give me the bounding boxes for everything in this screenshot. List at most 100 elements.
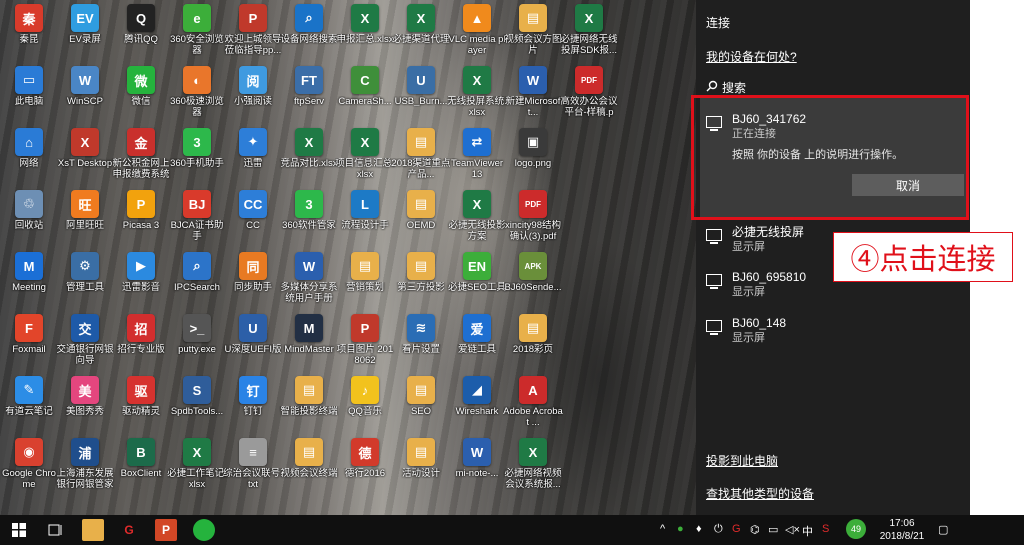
desktop-icon[interactable]: X XsT Desktop (57, 128, 113, 188)
desktop-icon[interactable]: B BoxClient (113, 438, 169, 498)
desktop-icon[interactable]: W WinSCP (57, 66, 113, 126)
desktop-icon[interactable]: PDF 高效办公会议平台-样稿.p (560, 66, 618, 126)
desktop-icon[interactable]: ◉ Google Chrome (1, 438, 57, 498)
desktop-icon[interactable]: 浦上海浦东发展银行网银管家 (56, 438, 114, 498)
wechat-icon[interactable] (193, 519, 215, 541)
desktop-icon[interactable]: A Adobe Acrobat ... (503, 376, 563, 436)
device-item[interactable]: 必捷无线投屏 显示屏 (706, 225, 804, 255)
clock[interactable]: 17:06 2018/8/21 (874, 517, 930, 543)
chevron-up-icon[interactable]: ^ (660, 523, 665, 535)
desktop-icon[interactable]: X 必捷网络无线投屏SDK报... (560, 4, 618, 64)
desktop-icon[interactable]: ▤ OEMD (393, 190, 449, 250)
desktop-icon[interactable]: Wmi-note-... (449, 438, 505, 498)
desktop-icon[interactable]: e 360安全浏览器 (169, 4, 225, 64)
desktop-icon[interactable]: ▤ 2018彩页 (505, 314, 561, 374)
desktop-icon[interactable]: X 必捷无线投影方案 (448, 190, 506, 250)
desktop-icon[interactable]: ▤ 第三方投影 (393, 252, 449, 312)
desktop-icon[interactable]: ▤ 营销策划 (337, 252, 393, 312)
input-method-indicator[interactable]: 中 (802, 523, 813, 539)
desktop-icon[interactable]: APK BJ60Sende... (504, 252, 562, 312)
sogou-icon[interactable]: S (822, 523, 829, 535)
desktop-icon[interactable]: EV EV录屏 (57, 4, 113, 64)
desktop-icon[interactable]: S SpdbTools... (169, 376, 225, 436)
desktop-icon[interactable]: 美美图秀秀 (57, 376, 113, 436)
desktop-icon[interactable]: 交交通银行网银向导 (56, 314, 114, 374)
desktop-icon[interactable]: PDF xincity98结构确认(3).pdf (505, 190, 561, 250)
desktop-icon[interactable]: X 竞品对比.xlsx (280, 128, 338, 188)
search-row[interactable]: 搜索 (706, 79, 746, 96)
device-item[interactable]: BJ60_148 显示屏 (706, 316, 786, 346)
desktop-icon[interactable]: CC CC (225, 190, 281, 250)
desktop-icon[interactable]: ◢ Wireshark (449, 376, 505, 436)
desktop-icon[interactable]: Q 腾讯QQ (113, 4, 169, 64)
desktop-icon[interactable]: EN 必捷SEO工具 (448, 252, 506, 312)
app-g-icon[interactable]: G (118, 519, 140, 541)
desktop-icon[interactable]: ▣ logo.png (505, 128, 561, 188)
powerpoint-icon[interactable]: P (155, 519, 177, 541)
desktop-icon[interactable]: ◐ 360极速浏览器 (169, 66, 225, 126)
desktop-icon[interactable]: ⌕ 设备网络搜索 (280, 4, 338, 64)
desktop-icon[interactable]: 旺阿里旺旺 (57, 190, 113, 250)
desktop-icon[interactable]: U U深度UEFI版 (224, 314, 282, 374)
desktop-icon[interactable]: ≋ 看片设置 (393, 314, 449, 374)
volume-muted-icon[interactable]: ◁× (785, 523, 800, 536)
file-explorer-icon[interactable] (82, 519, 104, 541)
desktop-icon[interactable]: X 必捷渠道代理 (392, 4, 450, 64)
project-to-pc-link[interactable]: 投影到此电脑 (706, 452, 778, 469)
desktop-icon[interactable]: FT ftpServ (281, 66, 337, 126)
desktop-icon[interactable]: 同同步助手 (225, 252, 281, 312)
desktop-icon[interactable]: ♲ 回收站 (1, 190, 57, 250)
desktop-icon[interactable]: X 必捷网络视频会议系统报... (504, 438, 562, 498)
find-other-devices-link[interactable]: 查找其他类型的设备 (706, 485, 814, 502)
desktop-icon[interactable]: ▤ 2018渠道重点产品... (391, 128, 451, 188)
desktop-icon[interactable]: ▤ SEO (393, 376, 449, 436)
desktop-icon[interactable]: X 无线投屏系统.xlsx (447, 66, 507, 126)
desktop-icon[interactable]: ⇄ TeamViewer 13 (449, 128, 505, 188)
desktop-icon[interactable]: ▭ 此电脑 (1, 66, 57, 126)
desktop-icon[interactable]: X 必捷工作笔记.xlsx (167, 438, 227, 498)
desktop-icon[interactable]: W 新建Microsoft... (505, 66, 561, 126)
desktop-icon[interactable]: ▲ VLC media player (448, 4, 506, 64)
desktop-icon[interactable]: ⚙ 管理工具 (57, 252, 113, 312)
desktop-icon[interactable]: ▤ 视频会议终端 (280, 438, 338, 498)
desktop-icon[interactable]: 爱爱链工具 (449, 314, 505, 374)
desktop-icon[interactable]: L 流程设计手 (337, 190, 393, 250)
desktop-icon[interactable]: X 申报汇总.xlsx (336, 4, 394, 64)
task-view-icon[interactable] (44, 519, 66, 541)
desktop-icon[interactable]: M MindMaster (281, 314, 337, 374)
desktop-icon[interactable]: P 项目图片 2018062 (337, 314, 393, 374)
desktop-icon[interactable]: C CameraSh... (337, 66, 393, 126)
desktop-icon[interactable]: 钉钉钉 (225, 376, 281, 436)
desktop-icon[interactable]: 秦秦昆 (1, 4, 57, 64)
desktop-icon[interactable]: P 欢迎上城领导莅临指导pp... (224, 4, 282, 64)
desktop-icon[interactable]: BJ BJCA证书助手 (169, 190, 225, 250)
desktop-icon[interactable]: 金新公积金网上申报缴费系统 (112, 128, 170, 188)
network-icon[interactable]: ⌬ (750, 523, 760, 536)
desktop-icon[interactable]: F Foxmail (1, 314, 57, 374)
desktop-icon[interactable]: 3 360软件管家 (281, 190, 337, 250)
windows-start-icon[interactable] (8, 519, 30, 541)
desktop-icon[interactable]: ✎ 有道云笔记 (1, 376, 57, 436)
power-tray-icon[interactable]: ⏻ (714, 523, 723, 536)
desktop-icon[interactable]: ✦ 迅雷 (225, 128, 281, 188)
desktop-icon[interactable]: ♪ QQ音乐 (337, 376, 393, 436)
desktop-icon[interactable]: W 多媒体分享系统用户手册 (280, 252, 338, 312)
wechat-tray-icon[interactable]: ● (677, 523, 684, 535)
desktop-icon[interactable]: M Meeting (1, 252, 57, 312)
desktop-icon[interactable]: ▤ 智能投影终端 (280, 376, 338, 436)
desktop-icon[interactable]: ⌂ 网络 (1, 128, 57, 188)
desktop-icon[interactable]: 德德行2016 (337, 438, 393, 498)
desktop-icon[interactable]: >_ putty.exe (169, 314, 225, 374)
desktop-icon[interactable]: ▶ 迅雷影音 (113, 252, 169, 312)
desktop-icon[interactable]: ▤ 活动设计 (393, 438, 449, 498)
desktop-icon[interactable]: P Picasa 3 (113, 190, 169, 250)
desktop-icon[interactable]: 招招行专业版 (113, 314, 169, 374)
security-badge[interactable]: 49 (846, 519, 866, 539)
desktop-icon[interactable]: ≡ 综治会议联号.txt (223, 438, 283, 498)
g-tray-icon[interactable]: G (732, 523, 741, 535)
desktop-icon[interactable]: ⌕ IPCSearch (169, 252, 225, 312)
app-tray-icon[interactable]: ♦ (696, 523, 702, 535)
battery-icon[interactable]: ▭ (768, 523, 778, 536)
desktop-icon[interactable]: 阅小强阅读 (225, 66, 281, 126)
desktop-icon[interactable]: X 项目信息汇总.xlsx (335, 128, 395, 188)
